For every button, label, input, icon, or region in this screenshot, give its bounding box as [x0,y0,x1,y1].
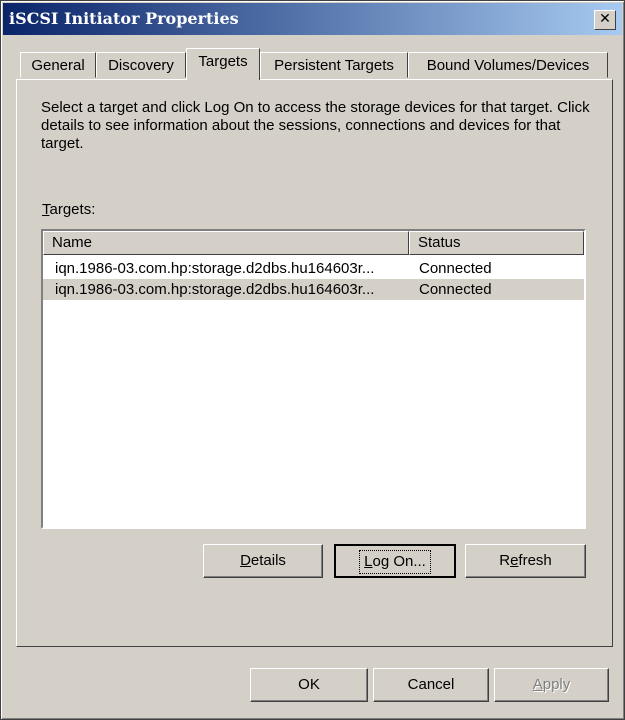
target-name: iqn.1986-03.com.hp:storage.d2dbs.hu16460… [55,281,375,298]
targets-label-rest: argets: [49,201,96,218]
tab-discovery[interactable]: Discovery [96,52,186,78]
title-bar[interactable]: iSCSI Initiator Properties ✕ [3,3,622,35]
details-button[interactable]: Details [203,544,323,578]
column-header-name[interactable]: Name [43,231,409,255]
apply-mnemonic: A [532,676,543,693]
refresh-rest: fresh [518,552,552,569]
ok-button[interactable]: OK [250,668,368,702]
targets-label-mnemonic: T [42,201,50,218]
tab-persistent-targets[interactable]: Persistent Targets [260,52,408,78]
targets-list[interactable]: Name Status iqn.1986-03.com.hp:storage.d… [41,229,586,529]
log-on-rest: og On... [372,553,426,570]
target-name: iqn.1986-03.com.hp:storage.d2dbs.hu16460… [55,260,375,277]
apply-button[interactable]: Apply [494,668,609,702]
target-status: Connected [419,260,492,277]
details-mnemonic: D [240,552,251,569]
details-rest: etails [250,552,286,569]
cancel-button[interactable]: Cancel [373,668,489,702]
column-header-status[interactable]: Status [409,231,584,255]
apply-rest: pply [542,676,571,693]
refresh-start: R [499,552,511,569]
tab-general[interactable]: General [20,52,96,78]
log-on-focus: Log On... [359,550,431,574]
table-row[interactable]: iqn.1986-03.com.hp:storage.d2dbs.hu16460… [43,279,584,300]
window-title: iSCSI Initiator Properties [9,9,239,28]
refresh-button[interactable]: Refresh [465,544,586,578]
table-row[interactable]: iqn.1986-03.com.hp:storage.d2dbs.hu16460… [43,258,584,279]
close-icon[interactable]: ✕ [594,10,616,30]
targets-label: Targets: [42,201,95,218]
description-text: Select a target and click Log On to acce… [41,99,590,152]
tab-bound-volumes-devices[interactable]: Bound Volumes/Devices [408,52,608,78]
tab-targets[interactable]: Targets [186,48,260,80]
log-on-button[interactable]: Log On... [334,544,456,578]
target-status: Connected [419,281,492,298]
